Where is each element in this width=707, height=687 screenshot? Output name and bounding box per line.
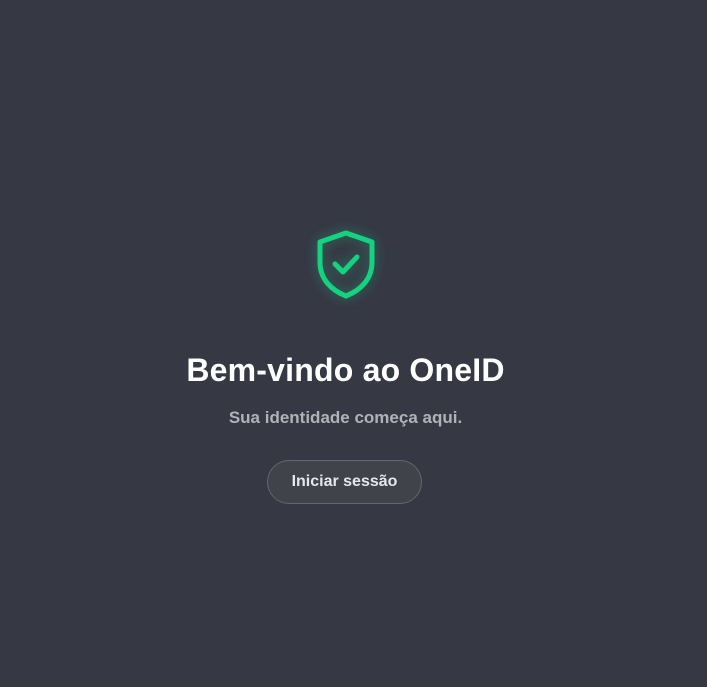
welcome-title: Bem-vindo ao OneID: [186, 352, 505, 388]
shield-check-icon: [312, 228, 380, 302]
sign-in-button[interactable]: Iniciar sessão: [267, 460, 422, 504]
welcome-subtitle: Sua identidade começa aqui.: [228, 408, 463, 427]
welcome-screen: Bem-vindo ao OneID Sua identidade começa…: [0, 0, 707, 687]
